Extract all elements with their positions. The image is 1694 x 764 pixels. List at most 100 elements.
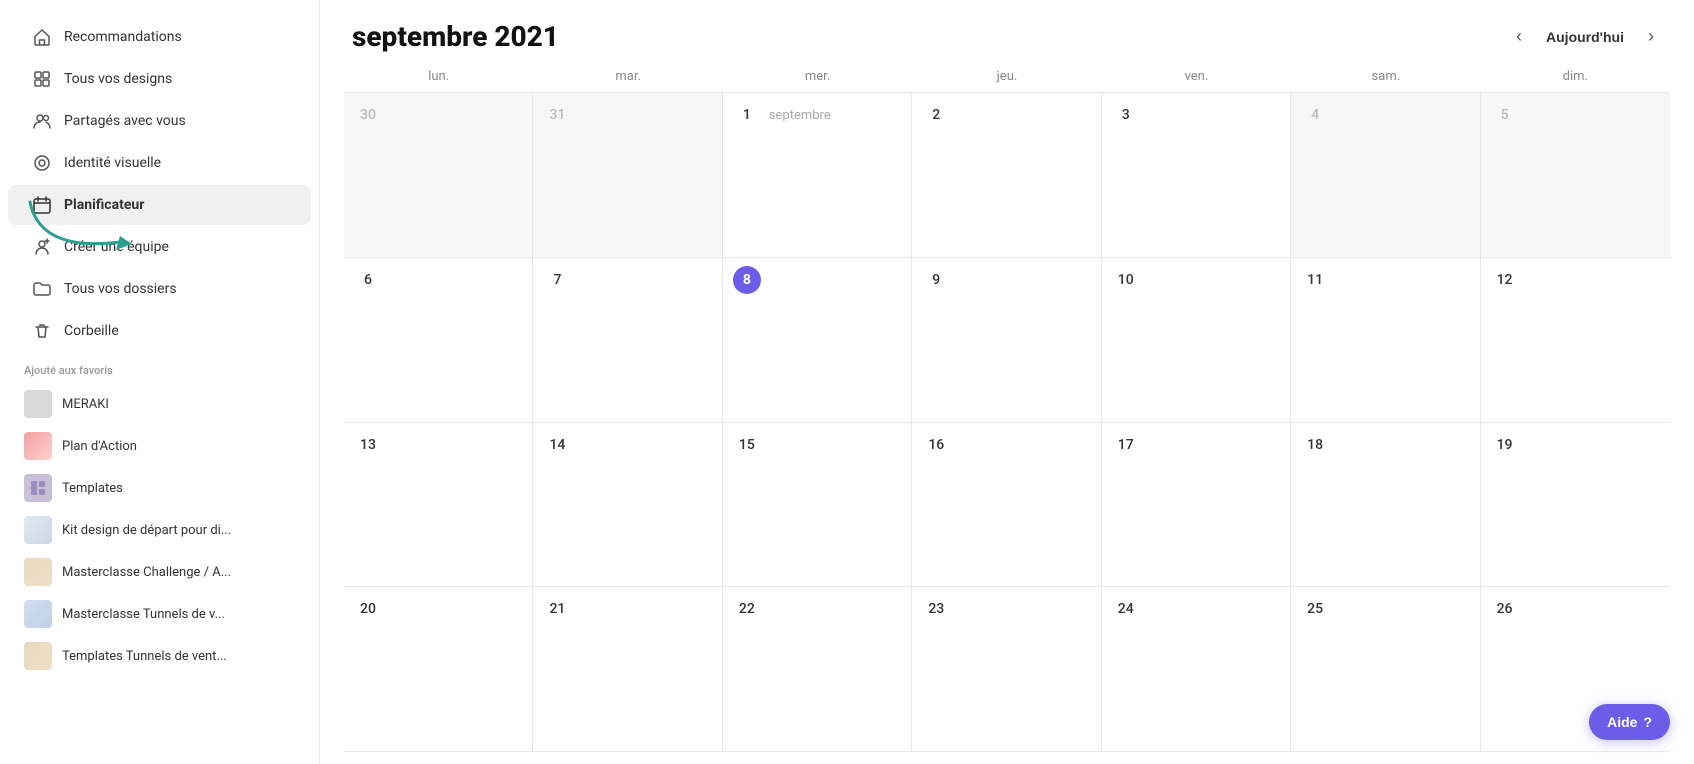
calendar-date: 26 — [1491, 595, 1519, 623]
calendar-cell[interactable]: 31 — [533, 93, 722, 257]
fav-thumb — [24, 432, 52, 460]
nav-item-recommandations[interactable]: Recommandations — [8, 17, 311, 57]
calendar-week: 20 21 22 23 24 25 26 — [344, 587, 1670, 752]
calendar-nav: ‹ Aujourd'hui › — [1508, 22, 1662, 51]
calendar-icon — [32, 195, 52, 215]
calendar-date: 14 — [543, 431, 571, 459]
day-name-sam: sam. — [1291, 61, 1480, 92]
day-name-mar: mar. — [533, 61, 722, 92]
nav-item-tous-designs[interactable]: Tous vos designs — [8, 59, 311, 99]
fav-thumb — [24, 642, 52, 670]
calendar-cell[interactable]: 23 — [912, 587, 1101, 751]
nav-item-partages[interactable]: Partagés avec vous — [8, 101, 311, 141]
calendar-cell[interactable]: 8 — [723, 258, 912, 422]
fav-item-meraki[interactable]: MERAKI — [0, 383, 319, 425]
fav-label: Masterclasse Challenge / A... — [62, 565, 231, 580]
calendar-date: 23 — [922, 595, 950, 623]
fav-item-plan-action[interactable]: Plan d'Action — [0, 425, 319, 467]
day-name-mer: mer. — [723, 61, 912, 92]
favorites-section-label: Ajouté aux favoris — [0, 352, 319, 383]
calendar-date: 11 — [1301, 266, 1329, 294]
calendar-cell[interactable]: 12 — [1481, 258, 1670, 422]
today-date: 8 — [733, 266, 761, 294]
calendar-date: 10 — [1112, 266, 1140, 294]
folder-icon — [32, 279, 52, 299]
calendar-date: 1 — [733, 101, 761, 129]
calendar-week: 30 31 1 septembre 2 3 4 — [344, 93, 1670, 258]
fav-label: Templates — [62, 481, 123, 496]
calendar-weeks: 30 31 1 septembre 2 3 4 — [344, 93, 1670, 752]
fav-item-templates[interactable]: Templates — [0, 467, 319, 509]
calendar-date: 31 — [543, 101, 571, 129]
fav-thumb — [24, 390, 52, 418]
main-content: septembre 2021 ‹ Aujourd'hui › lun. mar.… — [320, 0, 1694, 764]
calendar-cell[interactable]: 16 — [912, 423, 1101, 587]
day-name-lun: lun. — [344, 61, 533, 92]
calendar-cell[interactable]: 19 — [1481, 423, 1670, 587]
calendar-cell[interactable]: 1 septembre — [723, 93, 912, 257]
calendar-cell[interactable]: 18 — [1291, 423, 1480, 587]
calendar-cell[interactable]: 20 — [344, 587, 533, 751]
today-button[interactable]: Aujourd'hui — [1538, 25, 1632, 49]
calendar-date: 2 — [922, 101, 950, 129]
nav-item-creer-equipe[interactable]: Créer une équipe — [8, 227, 311, 267]
nav-label: Recommandations — [64, 29, 182, 45]
nav-item-identite[interactable]: Identité visuelle — [8, 143, 311, 183]
fav-thumb — [24, 558, 52, 586]
nav-label: Tous vos designs — [64, 71, 172, 87]
calendar-cell[interactable]: 13 — [344, 423, 533, 587]
calendar-cell[interactable]: 10 — [1102, 258, 1291, 422]
calendar-date: 5 — [1491, 101, 1519, 129]
calendar-cell[interactable]: 30 — [344, 93, 533, 257]
calendar-cell[interactable]: 14 — [533, 423, 722, 587]
help-button[interactable]: Aide ? — [1589, 704, 1670, 740]
calendar-date: 12 — [1491, 266, 1519, 294]
calendar-date: 25 — [1301, 595, 1329, 623]
calendar-cell[interactable]: 15 — [723, 423, 912, 587]
nav-item-corbeille[interactable]: Corbeille — [8, 311, 311, 351]
calendar-date: 6 — [354, 266, 382, 294]
calendar-date: 21 — [543, 595, 571, 623]
nav-label: Créer une équipe — [64, 239, 169, 255]
calendar-cell[interactable]: 9 — [912, 258, 1101, 422]
next-month-button[interactable]: › — [1640, 22, 1662, 51]
calendar-cell[interactable]: 24 — [1102, 587, 1291, 751]
home-icon — [32, 27, 52, 47]
calendar-cell[interactable]: 22 — [723, 587, 912, 751]
fav-label: Templates Tunnels de vent... — [62, 649, 227, 664]
nav-label: Identité visuelle — [64, 155, 161, 171]
fav-thumb — [24, 516, 52, 544]
fav-label: MERAKI — [62, 397, 109, 412]
calendar-date: 24 — [1112, 595, 1140, 623]
fav-item-masterclasse1[interactable]: Masterclasse Challenge / A... — [0, 551, 319, 593]
fav-item-kit-design[interactable]: Kit design de départ pour di... — [0, 509, 319, 551]
calendar-cell[interactable]: 3 — [1102, 93, 1291, 257]
calendar-date: 16 — [922, 431, 950, 459]
fav-label: Masterclasse Tunnels de v... — [62, 607, 225, 622]
nav-item-tous-dossiers[interactable]: Tous vos dossiers — [8, 269, 311, 309]
calendar-cell[interactable]: 4 — [1291, 93, 1480, 257]
calendar-date: 9 — [922, 266, 950, 294]
day-name-dim: dim. — [1481, 61, 1670, 92]
brand-icon — [32, 153, 52, 173]
fav-item-masterclasse2[interactable]: Masterclasse Tunnels de v... — [0, 593, 319, 635]
calendar-cell[interactable]: 11 — [1291, 258, 1480, 422]
fav-item-masterclasse3[interactable]: Templates Tunnels de vent... — [0, 635, 319, 677]
calendar-date: 19 — [1491, 431, 1519, 459]
calendar-cell[interactable]: 5 — [1481, 93, 1670, 257]
calendar-grid: lun. mar. mer. jeu. ven. sam. dim. 30 31… — [320, 61, 1694, 764]
calendar-cell[interactable]: 7 — [533, 258, 722, 422]
calendar-cell[interactable]: 6 — [344, 258, 533, 422]
sidebar: Recommandations Tous vos designs Partagé… — [0, 0, 320, 764]
calendar-cell[interactable]: 25 — [1291, 587, 1480, 751]
calendar-cell[interactable]: 21 — [533, 587, 722, 751]
calendar-cell[interactable]: 2 — [912, 93, 1101, 257]
calendar-cell[interactable]: 17 — [1102, 423, 1291, 587]
calendar-date: 4 — [1301, 101, 1329, 129]
calendar-header: septembre 2021 ‹ Aujourd'hui › — [320, 0, 1694, 61]
nav-item-planificateur[interactable]: Planificateur — [8, 185, 311, 225]
calendar-week: 6 7 8 9 10 11 12 — [344, 258, 1670, 423]
calendar-date: 18 — [1301, 431, 1329, 459]
calendar-date: 22 — [733, 595, 761, 623]
prev-month-button[interactable]: ‹ — [1508, 22, 1530, 51]
